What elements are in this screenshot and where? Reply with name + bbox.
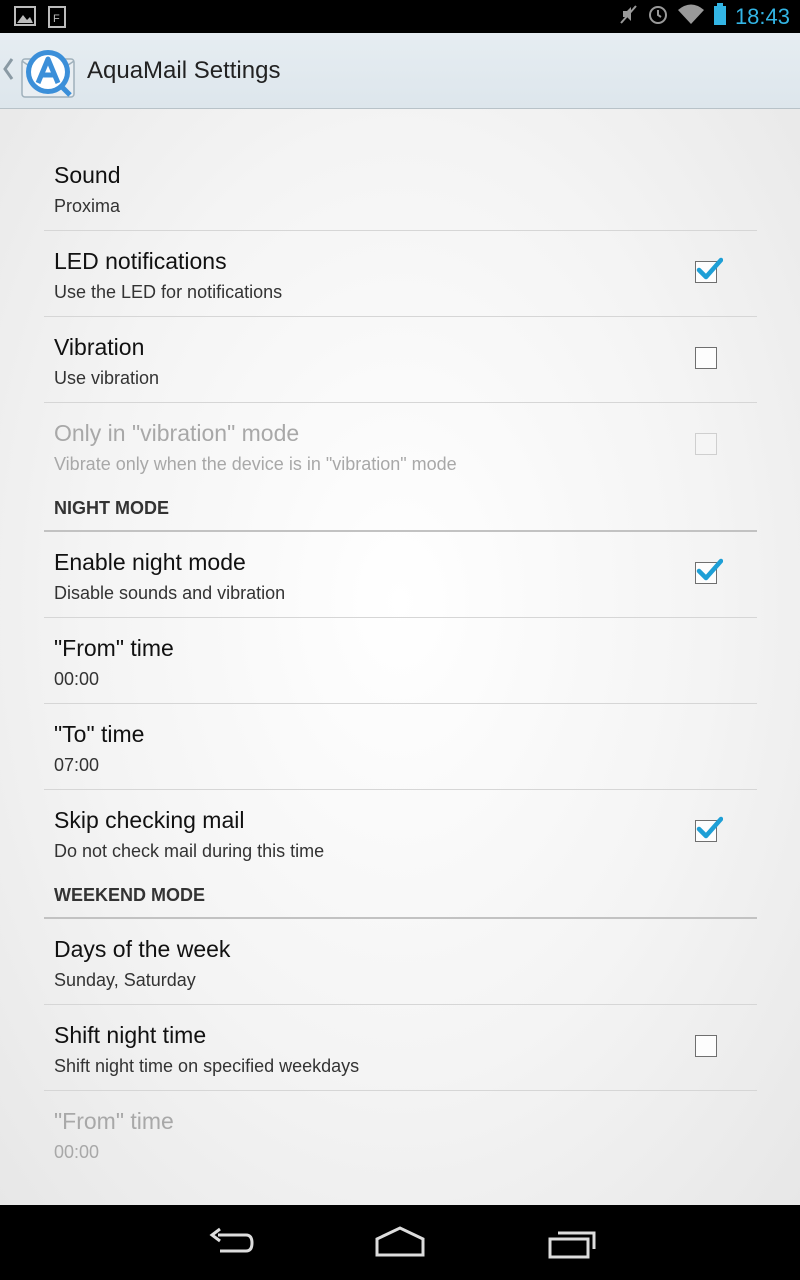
preference-summary: Proxima [54, 196, 121, 216]
preference-title: Days of the week [54, 936, 231, 962]
page-title: AquaMail Settings [87, 57, 281, 84]
preference-title: "To" time [54, 721, 145, 747]
settings-content: Sound Proxima LED notifications Use the LED… [0, 109, 800, 1205]
section-header: WEEKEND MODE [44, 875, 757, 919]
preference-item[interactable]: Enable night mode Disable sounds and vibr… [44, 532, 757, 618]
checkbox-checked[interactable] [695, 257, 723, 283]
preference-summary: 07:00 [54, 755, 100, 775]
action-bar: AquaMail Settings [0, 33, 800, 109]
flipboard-icon: F [46, 6, 68, 33]
preference-item[interactable]: Vibration Use vibration [44, 317, 757, 403]
preference-item: "From" time 00:00 [44, 1091, 757, 1176]
preference-item[interactable]: LED notifications Use the LED for notific… [44, 231, 757, 317]
section-title: NIGHT MODE [54, 498, 169, 518]
preference-title: Sound [54, 162, 121, 188]
preference-summary: Sunday, Saturday [54, 970, 196, 990]
preference-item[interactable]: "From" time 00:00 [44, 618, 757, 704]
preference-title: Only in "vibration" mode [54, 420, 300, 446]
checkbox-unchecked[interactable] [695, 347, 717, 369]
preference-item[interactable]: Shift night time Shift night time on spec… [44, 1005, 757, 1091]
aquamail-logo-icon[interactable] [20, 45, 76, 101]
checkbox-checked[interactable] [695, 816, 723, 842]
preference-summary: Vibrate only when the device is in "vibr… [54, 454, 457, 474]
preference-title: Vibration [54, 334, 145, 360]
preference-title: "From" time [54, 635, 174, 661]
checkbox-unchecked [695, 433, 717, 455]
preference-item[interactable]: Skip checking mail Do not check mail duri… [44, 790, 757, 875]
preference-summary: 00:00 [54, 1142, 100, 1162]
checkbox-checked[interactable] [695, 558, 723, 584]
preference-title: Skip checking mail [54, 807, 245, 833]
clock: 18:43 [734, 3, 790, 29]
preference-item[interactable]: "To" time 07:00 [44, 704, 757, 790]
wifi-icon [677, 3, 705, 30]
recent-apps-icon[interactable] [546, 1225, 598, 1266]
home-icon[interactable] [374, 1225, 426, 1266]
preference-item[interactable]: Days of the week Sunday, Saturday [44, 919, 757, 1005]
preference-summary: Use the LED for notifications [54, 282, 283, 302]
picture-icon [14, 6, 36, 33]
alarm-icon [647, 3, 669, 30]
section-title: WEEKEND MODE [54, 885, 206, 905]
svg-text:F: F [53, 13, 60, 25]
preference-item[interactable]: Sound Proxima [44, 145, 757, 231]
preference-summary: 00:00 [54, 669, 100, 689]
preference-title: Shift night time [54, 1022, 207, 1048]
preference-summary: Shift night time on specified weekdays [54, 1056, 360, 1076]
preference-item: Only in "vibration" mode Vibrate only whe… [44, 403, 757, 488]
navigation-bar [0, 1205, 800, 1280]
back-icon[interactable] [206, 1225, 254, 1266]
settings-list: Sound Proxima LED notifications Use the LED… [44, 145, 757, 1176]
section-header: NIGHT MODE [44, 488, 757, 532]
preference-title: Enable night mode [54, 549, 246, 575]
preference-summary: Use vibration [54, 368, 160, 388]
preference-summary: Do not check mail during this time [54, 841, 325, 861]
battery-icon [713, 3, 727, 30]
back-caret-icon[interactable] [2, 55, 14, 88]
preference-title: "From" time [54, 1108, 174, 1134]
status-bar: F 18:43 [0, 0, 800, 33]
checkbox-unchecked[interactable] [695, 1035, 717, 1057]
preference-title: LED notifications [54, 248, 227, 274]
mute-icon [617, 3, 639, 30]
preference-summary: Disable sounds and vibration [54, 583, 286, 603]
